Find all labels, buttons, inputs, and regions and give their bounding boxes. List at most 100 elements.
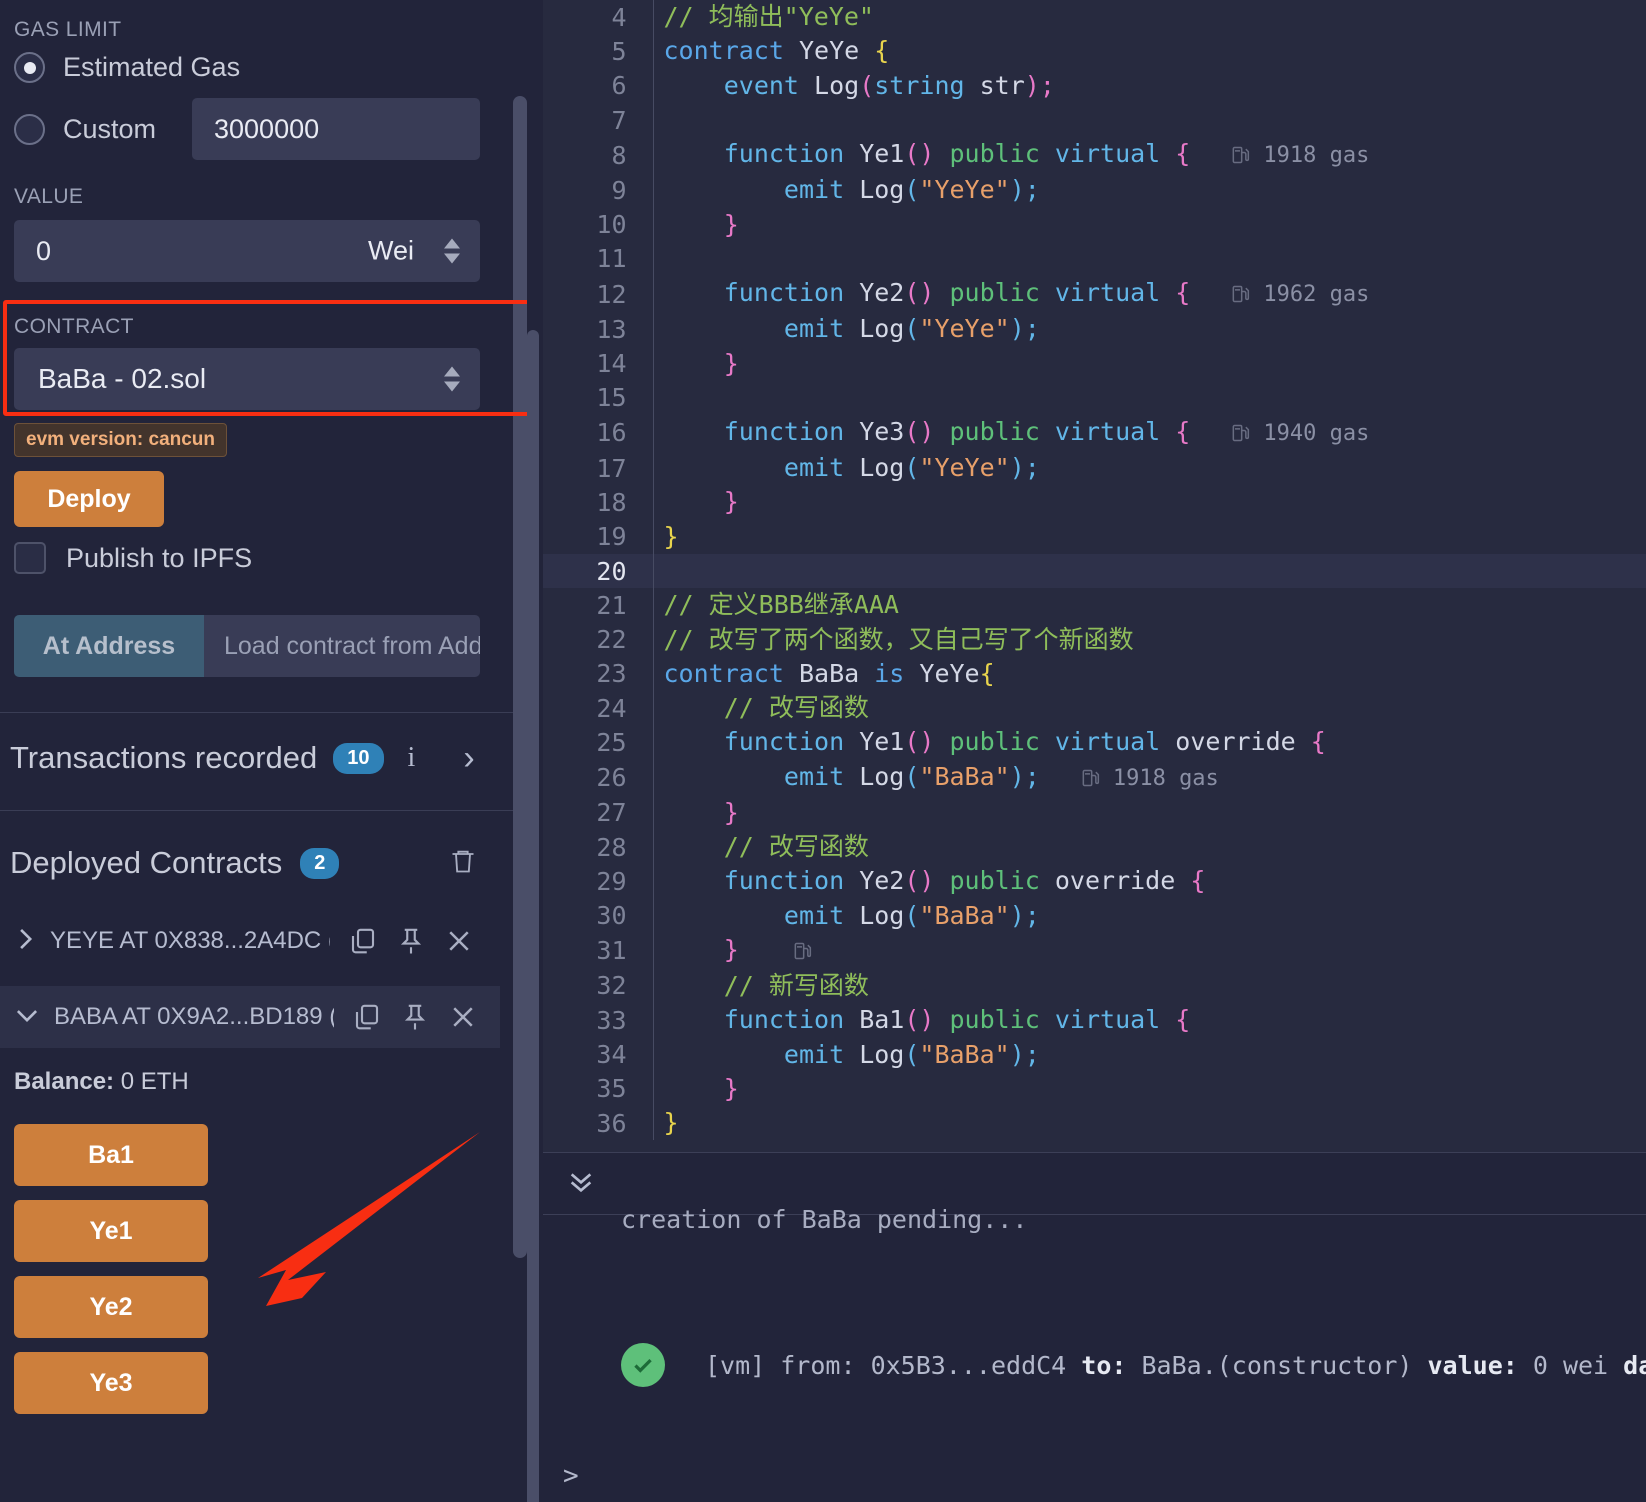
code-text[interactable]: } [652,795,1646,830]
code-editor[interactable]: 4// 均输出"YeYe" 5 contract YeYe {6 event Log… [543,0,1646,1152]
code-line: 21 // 定义BBB继承AAA [543,588,1646,623]
line-number: 10 [596,210,627,240]
chevron-down-icon[interactable] [14,1002,40,1033]
code-text[interactable]: function Ba1() public virtual { [652,1003,1646,1038]
custom-gas-radio-row[interactable]: Custom [14,114,156,145]
editor-scrollbar[interactable] [527,330,539,1502]
code-text[interactable] [652,553,1646,589]
code-text[interactable]: contract YeYe { [652,34,1646,69]
line-number: 4 [611,2,627,32]
code-text[interactable]: // 改写函数 [652,829,1646,865]
custom-gas-input[interactable] [192,98,480,160]
close-icon[interactable] [444,926,474,956]
code-text[interactable]: } [652,932,1646,969]
left-panel-scrollbar[interactable] [513,96,527,1258]
pin-icon[interactable] [400,1002,430,1032]
function-button-ye1[interactable]: Ye1 [14,1200,208,1262]
editor-and-terminal: 4// 均输出"YeYe" 5 contract YeYe {6 event Log… [527,0,1646,1502]
publish-ipfs-label: Publish to IPFS [66,542,253,573]
line-number: 26 [596,763,627,793]
close-icon[interactable] [448,1002,478,1032]
code-text[interactable]: } [652,346,1646,381]
code-text[interactable]: emit Log("YeYe"); [652,173,1646,208]
line-number: 28 [596,832,627,862]
publish-to-ipfs-row[interactable]: Publish to IPFS [14,542,252,574]
chevron-right-icon[interactable]: › [463,741,474,775]
chevron-right-icon[interactable] [14,926,36,957]
deployed-contract-row-yeye[interactable]: YEYE AT 0X838...2A4DC (M [0,910,500,972]
info-icon[interactable]: i [408,742,416,774]
estimated-gas-radio[interactable] [14,52,45,83]
deployed-contract-row-baba[interactable]: BABA AT 0X9A2...BD189 (M [0,986,500,1048]
code-text[interactable]: } [652,485,1646,520]
divider [0,712,527,713]
copy-icon[interactable] [352,1002,382,1032]
at-address-input[interactable] [204,615,480,677]
code-text[interactable]: } [652,207,1646,242]
code-text[interactable]: function Ye1() public virtual override { [652,725,1646,760]
code-text[interactable]: // 新写函数 [652,968,1646,1004]
delete-all-icon[interactable] [449,846,477,881]
deploy-button[interactable]: Deploy [14,471,164,527]
code-text[interactable]: function Ye2() public override { [652,864,1646,899]
deployed-contracts-count-badge: 2 [300,847,340,879]
remix-ide-window: GAS LIMIT Estimated Gas Custom VALUE Wei… [0,0,1646,1502]
line-number: 32 [596,971,627,1001]
code-text[interactable]: function Ye1() public virtual { 1918 gas [652,137,1646,174]
code-text[interactable]: // 均输出"YeYe" [652,0,1646,35]
code-text[interactable]: contract BaBa is YeYe{ [652,656,1646,692]
pin-icon[interactable] [396,926,426,956]
code-text[interactable]: // 定义BBB继承AAA [652,588,1646,623]
success-check-icon [621,1343,665,1387]
line-number: 17 [596,453,627,483]
function-button-ba1[interactable]: Ba1 [14,1124,208,1186]
code-text[interactable]: emit Log("BaBa"); [652,1037,1646,1072]
code-text[interactable] [652,380,1646,415]
code-text[interactable]: emit Log("YeYe"); [652,312,1646,347]
transactions-count-badge: 10 [333,742,384,774]
code-text[interactable]: } [652,519,1646,554]
line-number: 19 [596,522,627,552]
code-line: 26 emit Log("BaBa"); 1918 gas [543,759,1646,796]
balance-value: 0 ETH [120,1068,189,1095]
code-text[interactable]: emit Log("BaBa"); [652,898,1646,933]
code-line: 14 } [543,346,1646,381]
chevrons-down-icon[interactable] [565,1165,597,1202]
copy-icon[interactable] [348,926,378,956]
code-text[interactable]: function Ye2() public virtual { 1962 gas [652,276,1646,313]
code-line: 20 [543,553,1646,589]
function-button-ye2[interactable]: Ye2 [14,1276,208,1338]
deployed-contracts-header: Deployed Contracts 2 [10,845,517,881]
terminal-prompt[interactable]: > [563,1461,579,1491]
code-text[interactable]: function Ye3() public virtual { 1940 gas [652,414,1646,451]
value-unit-select[interactable]: Wei [346,220,480,282]
line-number: 11 [596,244,627,274]
code-text[interactable]: emit Log("YeYe"); [652,450,1646,486]
code-line: 18 } [543,485,1646,520]
terminal-transaction-row[interactable]: [vm] from: 0x5B3...eddC4 to: BaBa.(const… [543,1343,1646,1387]
at-address-button[interactable]: At Address [14,615,204,677]
code-line: 33 function Ba1() public virtual { [543,1003,1646,1038]
code-text[interactable]: // 改写了两个函数，又自己写了个新函数 [652,622,1646,657]
custom-gas-radio[interactable] [14,114,45,145]
code-line: 10 } [543,207,1646,242]
code-text[interactable] [652,102,1646,138]
publish-ipfs-checkbox[interactable] [14,542,46,574]
code-text[interactable] [652,241,1646,277]
code-text[interactable]: } [652,1106,1646,1141]
tx-value-label: value: [1427,1350,1518,1380]
code-text[interactable]: } [652,1071,1646,1107]
code-text[interactable]: emit Log("BaBa"); 1918 gas [652,759,1646,796]
estimated-gas-radio-row[interactable]: Estimated Gas [14,52,240,83]
contract-select[interactable]: BaBa - 02.sol [14,348,480,410]
line-number: 33 [596,1005,627,1035]
code-text[interactable]: // 改写函数 [652,691,1646,726]
code-line: 15 [543,380,1646,415]
transactions-recorded-header[interactable]: Transactions recorded 10 i › [10,740,475,776]
code-line: 36} [543,1106,1646,1141]
function-button-ye3[interactable]: Ye3 [14,1352,208,1414]
line-number: 13 [596,314,627,344]
tx-to-label: to: [1081,1350,1127,1380]
value-amount-input[interactable] [14,220,346,282]
code-text[interactable]: event Log(string str); [652,68,1646,103]
